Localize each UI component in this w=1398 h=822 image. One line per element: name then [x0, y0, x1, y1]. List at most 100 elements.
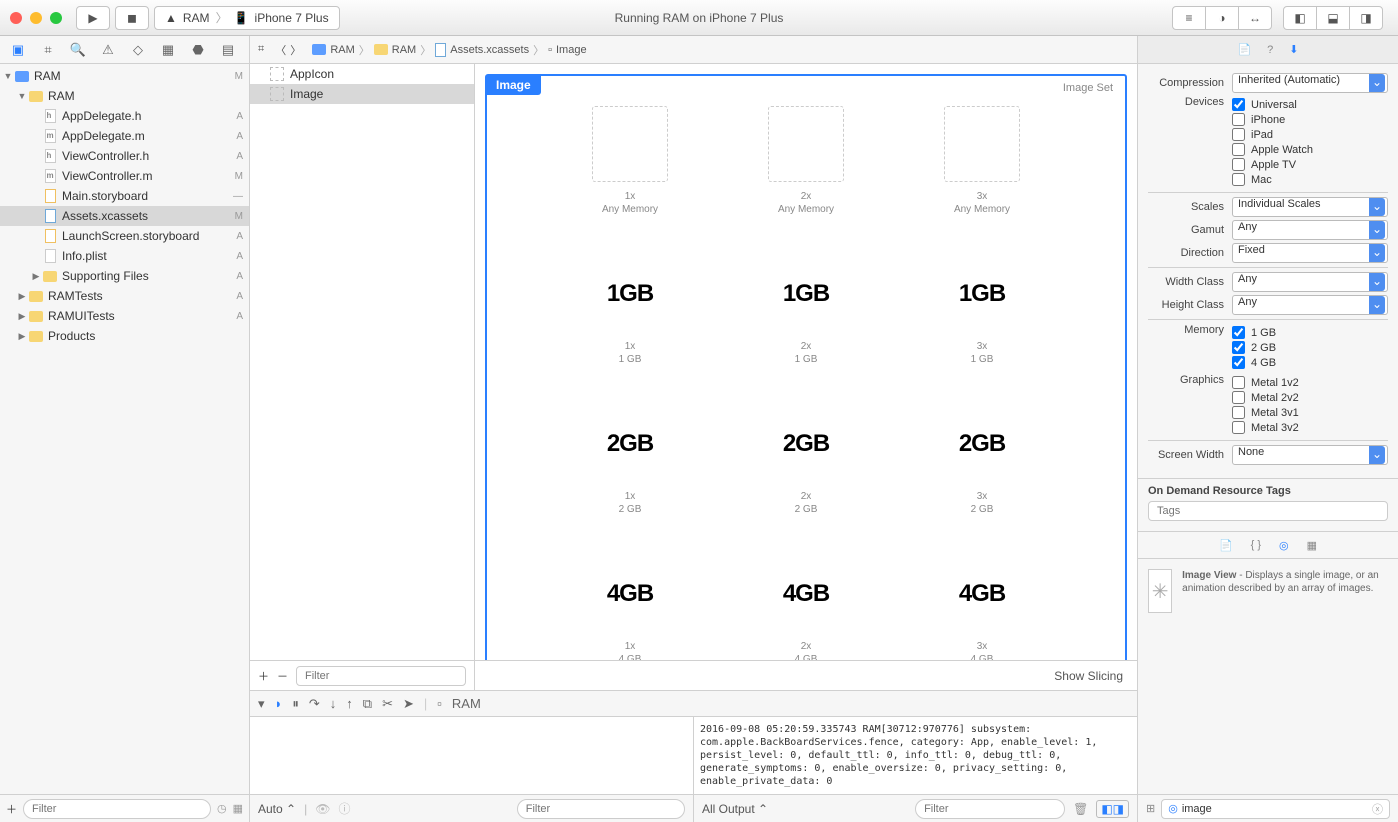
tree-row[interactable]: ▼RAM — [0, 86, 249, 106]
jump-item-0[interactable]: RAM — [330, 44, 354, 56]
screen-width-select[interactable]: None — [1232, 445, 1388, 465]
device-checkbox[interactable] — [1232, 128, 1245, 141]
library-view-mode-button[interactable]: ⊞ — [1146, 802, 1155, 815]
breakpoint-navigator-tab[interactable]: ⬣ — [188, 42, 208, 58]
quicklook-button[interactable]: 👁 — [315, 802, 330, 816]
image-slot-content[interactable]: 2GB — [768, 406, 844, 482]
clear-console-button[interactable]: 🗑 — [1073, 802, 1088, 816]
asset-list[interactable]: AppIconImage — [250, 64, 474, 660]
navigator-filter-input[interactable] — [23, 799, 211, 819]
image-slot-content[interactable]: 2GB — [592, 406, 668, 482]
media-library-tab[interactable]: ▦ — [1307, 539, 1317, 552]
report-navigator-tab[interactable]: ▤ — [218, 42, 238, 58]
image-slot[interactable]: 4GB2x4 GB — [743, 556, 869, 660]
image-slot-content[interactable]: 4GB — [768, 556, 844, 632]
image-slot[interactable]: 1GB2x1 GB — [743, 256, 869, 366]
file-tree[interactable]: ▼ RAM M ▼RAMAppDelegate.hAAppDelegate.mA… — [0, 64, 249, 794]
tree-row[interactable]: Main.storyboard— — [0, 186, 249, 206]
jump-item-3[interactable]: Image — [556, 44, 587, 56]
console-output[interactable]: 2016-09-08 05:20:59.335743 RAM[30712:970… — [694, 717, 1137, 794]
minimize-window-button[interactable] — [30, 12, 42, 24]
image-slot-content[interactable]: 2GB — [944, 406, 1020, 482]
object-library-tab[interactable]: ◎ — [1279, 539, 1289, 552]
image-slot[interactable]: 4GB1x4 GB — [567, 556, 693, 660]
assistant-editor-button[interactable]: ◑ — [1205, 6, 1239, 30]
jump-bar[interactable]: ⌗ 〈 〉 RAM 〉 RAM 〉 Assets.xcassets 〉 ▫ Im… — [250, 36, 1138, 64]
graphics-checkbox[interactable] — [1232, 421, 1245, 434]
image-slot-content[interactable]: 1GB — [944, 256, 1020, 332]
graphics-checkbox[interactable] — [1232, 406, 1245, 419]
asset-row[interactable]: Image — [250, 84, 474, 104]
variables-view[interactable] — [250, 717, 694, 794]
recent-filter-button[interactable]: ◷ — [217, 802, 227, 815]
variables-scope-popup[interactable]: Auto ⌃ — [258, 802, 296, 816]
tree-row[interactable]: ▶RAMUITestsA — [0, 306, 249, 326]
step-into-button[interactable]: ↓ — [330, 696, 337, 711]
debug-navigator-tab[interactable]: ▦ — [158, 42, 178, 58]
disclosure-triangle-icon[interactable]: ▶ — [16, 311, 28, 322]
show-console-button[interactable]: ◨ — [1113, 802, 1124, 816]
clear-search-button[interactable]: ⓧ — [1372, 801, 1383, 817]
device-checkbox[interactable] — [1232, 98, 1245, 111]
related-items-icon[interactable]: ⌗ — [258, 43, 264, 56]
image-slot-empty[interactable] — [768, 106, 844, 182]
info-button[interactable]: ⓘ — [338, 800, 350, 817]
disclosure-triangle-icon[interactable]: ▶ — [16, 291, 28, 302]
scm-filter-button[interactable]: ▦ — [233, 802, 243, 815]
show-slicing-button[interactable]: Show Slicing — [1054, 669, 1123, 683]
image-slot[interactable]: 2GB1x2 GB — [567, 406, 693, 516]
pause-button[interactable]: ⏸ — [292, 696, 299, 712]
memory-graph-button[interactable]: ✂ — [382, 696, 393, 712]
add-button[interactable]: ＋ — [6, 801, 17, 817]
image-slot-content[interactable]: 1GB — [592, 256, 668, 332]
image-slot[interactable]: 4GB3x4 GB — [919, 556, 1045, 660]
breakpoints-button[interactable]: ◗ — [275, 696, 283, 711]
stop-button[interactable]: ◼ — [115, 6, 149, 30]
step-over-button[interactable]: ↷ — [309, 696, 320, 712]
add-asset-button[interactable]: ＋ — [258, 668, 269, 684]
view-debug-button[interactable]: ⧉ — [363, 696, 372, 712]
memory-checkbox[interactable] — [1232, 326, 1245, 339]
image-slot-content[interactable]: 4GB — [592, 556, 668, 632]
image-slot[interactable]: 1GB3x1 GB — [919, 256, 1045, 366]
attributes-inspector-tab[interactable]: ⬇ — [1289, 43, 1298, 56]
tree-row[interactable]: Assets.xcassetsM — [0, 206, 249, 226]
image-slot-empty[interactable] — [944, 106, 1020, 182]
device-checkbox[interactable] — [1232, 143, 1245, 156]
location-button[interactable]: ➤ — [403, 696, 414, 712]
image-slot[interactable]: 1GB1x1 GB — [567, 256, 693, 366]
tree-root[interactable]: ▼ RAM M — [0, 66, 249, 86]
disclosure-triangle-icon[interactable]: ▶ — [30, 271, 42, 282]
scheme-selector[interactable]: ▲ RAM 〉 📱 iPhone 7 Plus — [154, 6, 340, 30]
image-slot[interactable]: 2GB3x2 GB — [919, 406, 1045, 516]
toggle-inspector-button[interactable]: ◨ — [1349, 6, 1383, 30]
compression-select[interactable]: Inherited (Automatic) — [1232, 73, 1388, 93]
project-navigator-tab[interactable]: ▣ — [8, 42, 28, 58]
height-class-select[interactable]: Any — [1232, 295, 1388, 315]
image-slot[interactable]: 2GB2x2 GB — [743, 406, 869, 516]
find-navigator-tab[interactable]: 🔍 — [68, 42, 88, 58]
image-slot[interactable]: 3xAny Memory — [919, 106, 1045, 216]
debug-process-name[interactable]: RAM — [452, 696, 481, 711]
tree-row[interactable]: ▶Products — [0, 326, 249, 346]
image-slot-content[interactable]: 1GB — [768, 256, 844, 332]
toggle-navigator-button[interactable]: ◧ — [1283, 6, 1317, 30]
memory-checkbox[interactable] — [1232, 356, 1245, 369]
graphics-checkbox[interactable] — [1232, 376, 1245, 389]
test-navigator-tab[interactable]: ◇ — [128, 42, 148, 58]
tree-row[interactable]: ViewController.hA — [0, 146, 249, 166]
quick-help-tab[interactable]: ? — [1267, 44, 1273, 56]
search-scope-icon[interactable]: ◎ — [1168, 802, 1178, 815]
tree-row[interactable]: ViewController.mM — [0, 166, 249, 186]
graphics-checkbox[interactable] — [1232, 391, 1245, 404]
asset-row[interactable]: AppIcon — [250, 64, 474, 84]
show-variables-button[interactable]: ◧ — [1101, 802, 1112, 816]
jump-item-2[interactable]: Assets.xcassets — [450, 44, 529, 56]
gamut-select[interactable]: Any — [1232, 220, 1388, 240]
image-slot[interactable]: 2xAny Memory — [743, 106, 869, 216]
library-content[interactable]: ✳ Image View - Displays a single image, … — [1138, 559, 1398, 794]
console-output-popup[interactable]: All Output ⌃ — [702, 802, 768, 816]
disclosure-triangle-icon[interactable]: ▼ — [16, 91, 28, 101]
back-button[interactable]: 〈 — [275, 42, 286, 58]
issue-navigator-tab[interactable]: ⚠ — [98, 42, 118, 58]
